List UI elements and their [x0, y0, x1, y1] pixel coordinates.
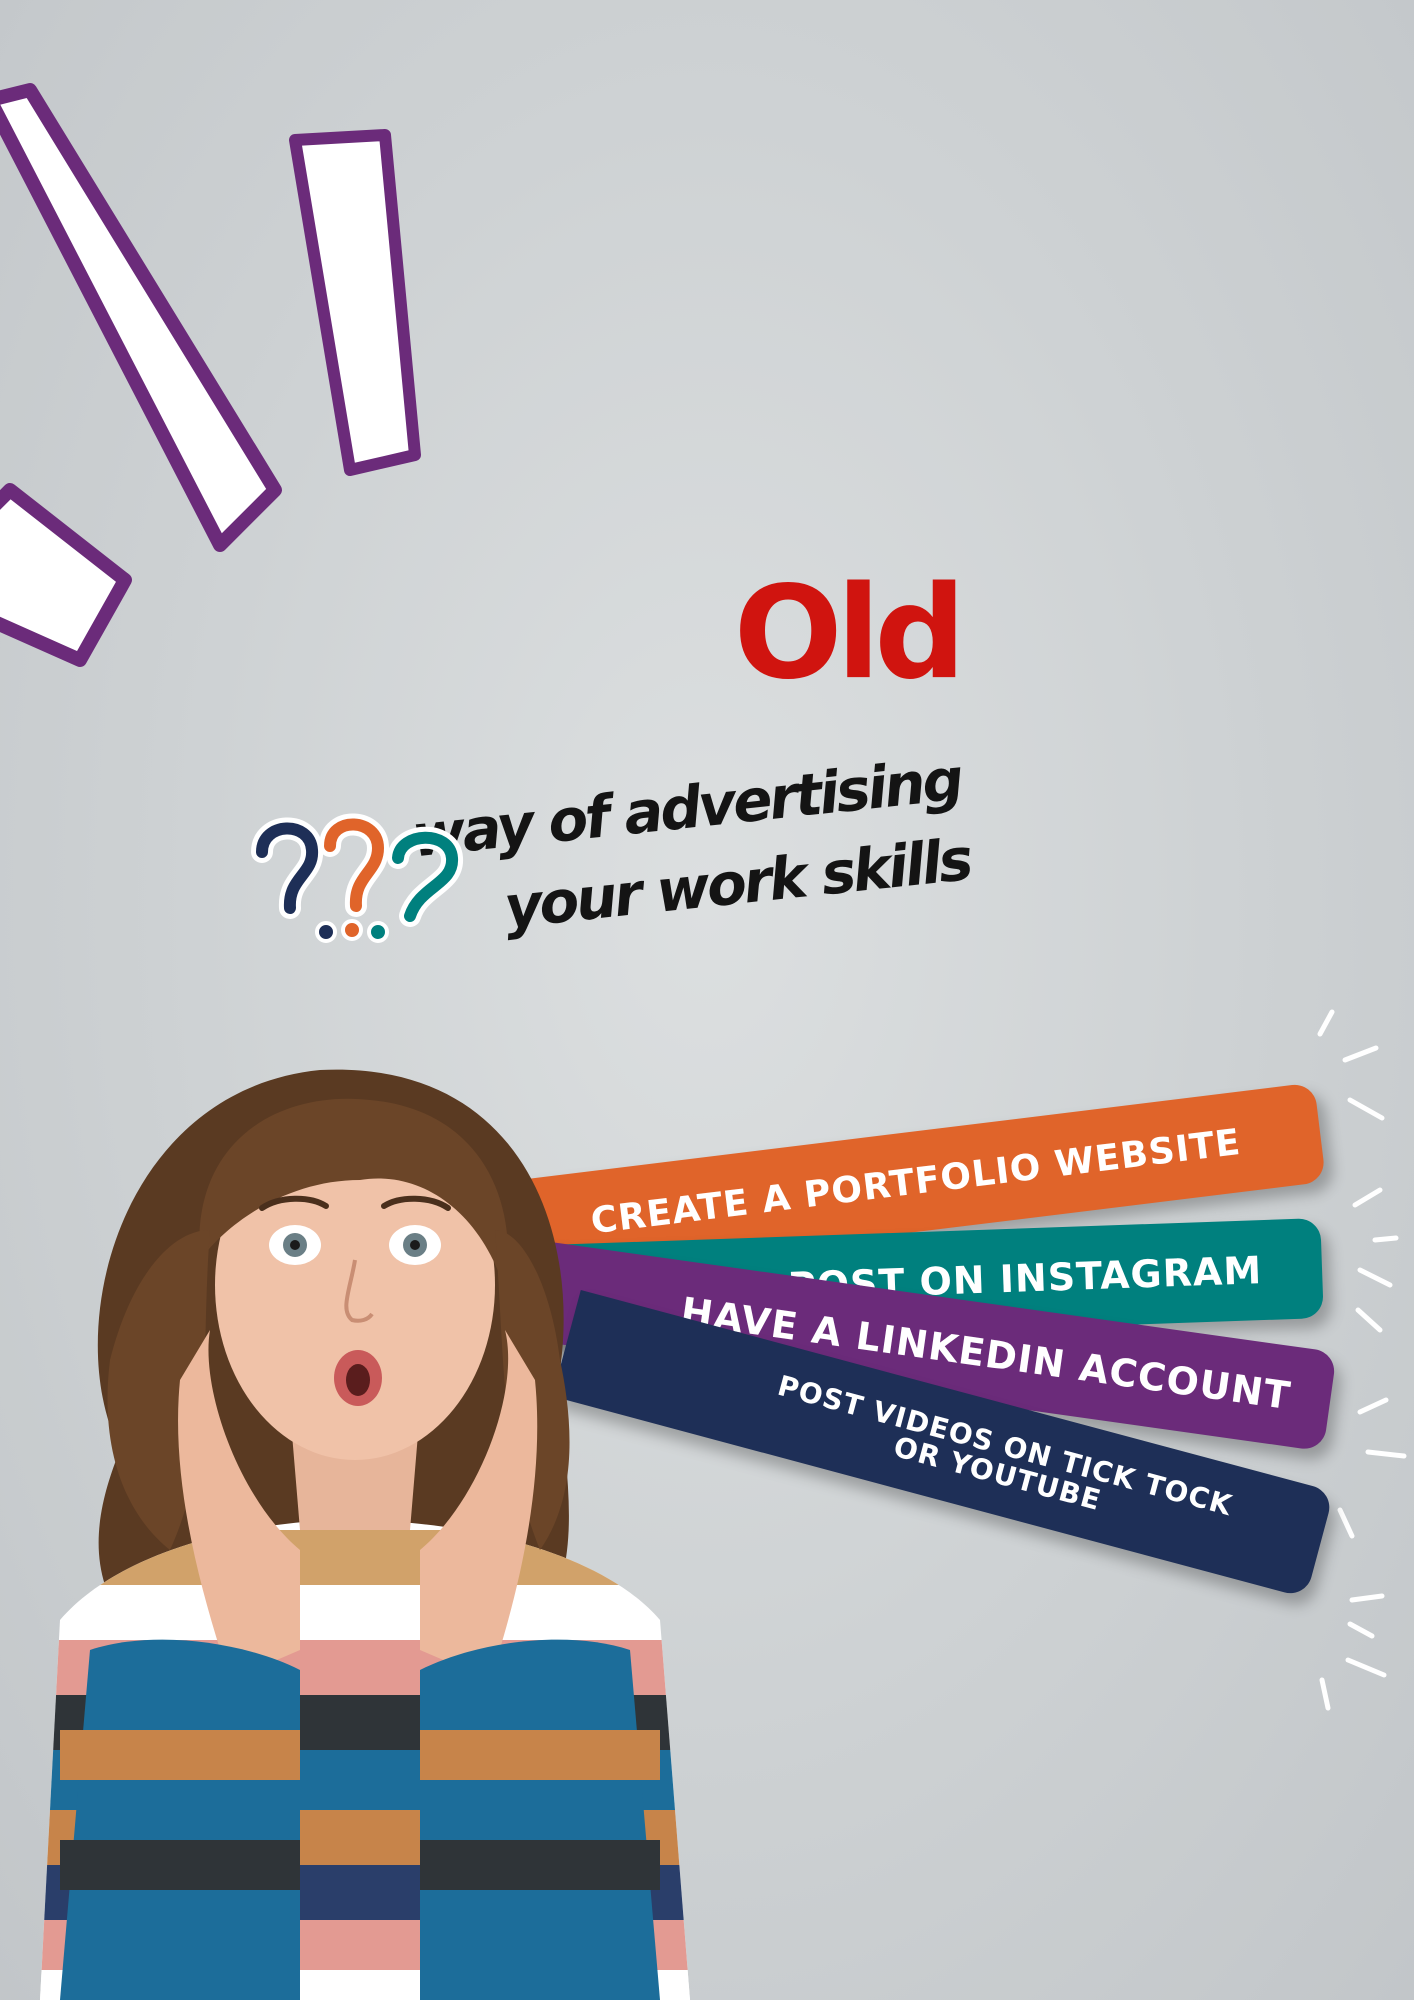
headline-emphasis: Old [733, 559, 966, 708]
surprised-woman-photo [40, 1069, 690, 2000]
headline: Old way of advertising your work skills [408, 559, 1200, 942]
exclamation-strokes-icon [0, 83, 421, 667]
question-marks-icon [251, 813, 463, 943]
